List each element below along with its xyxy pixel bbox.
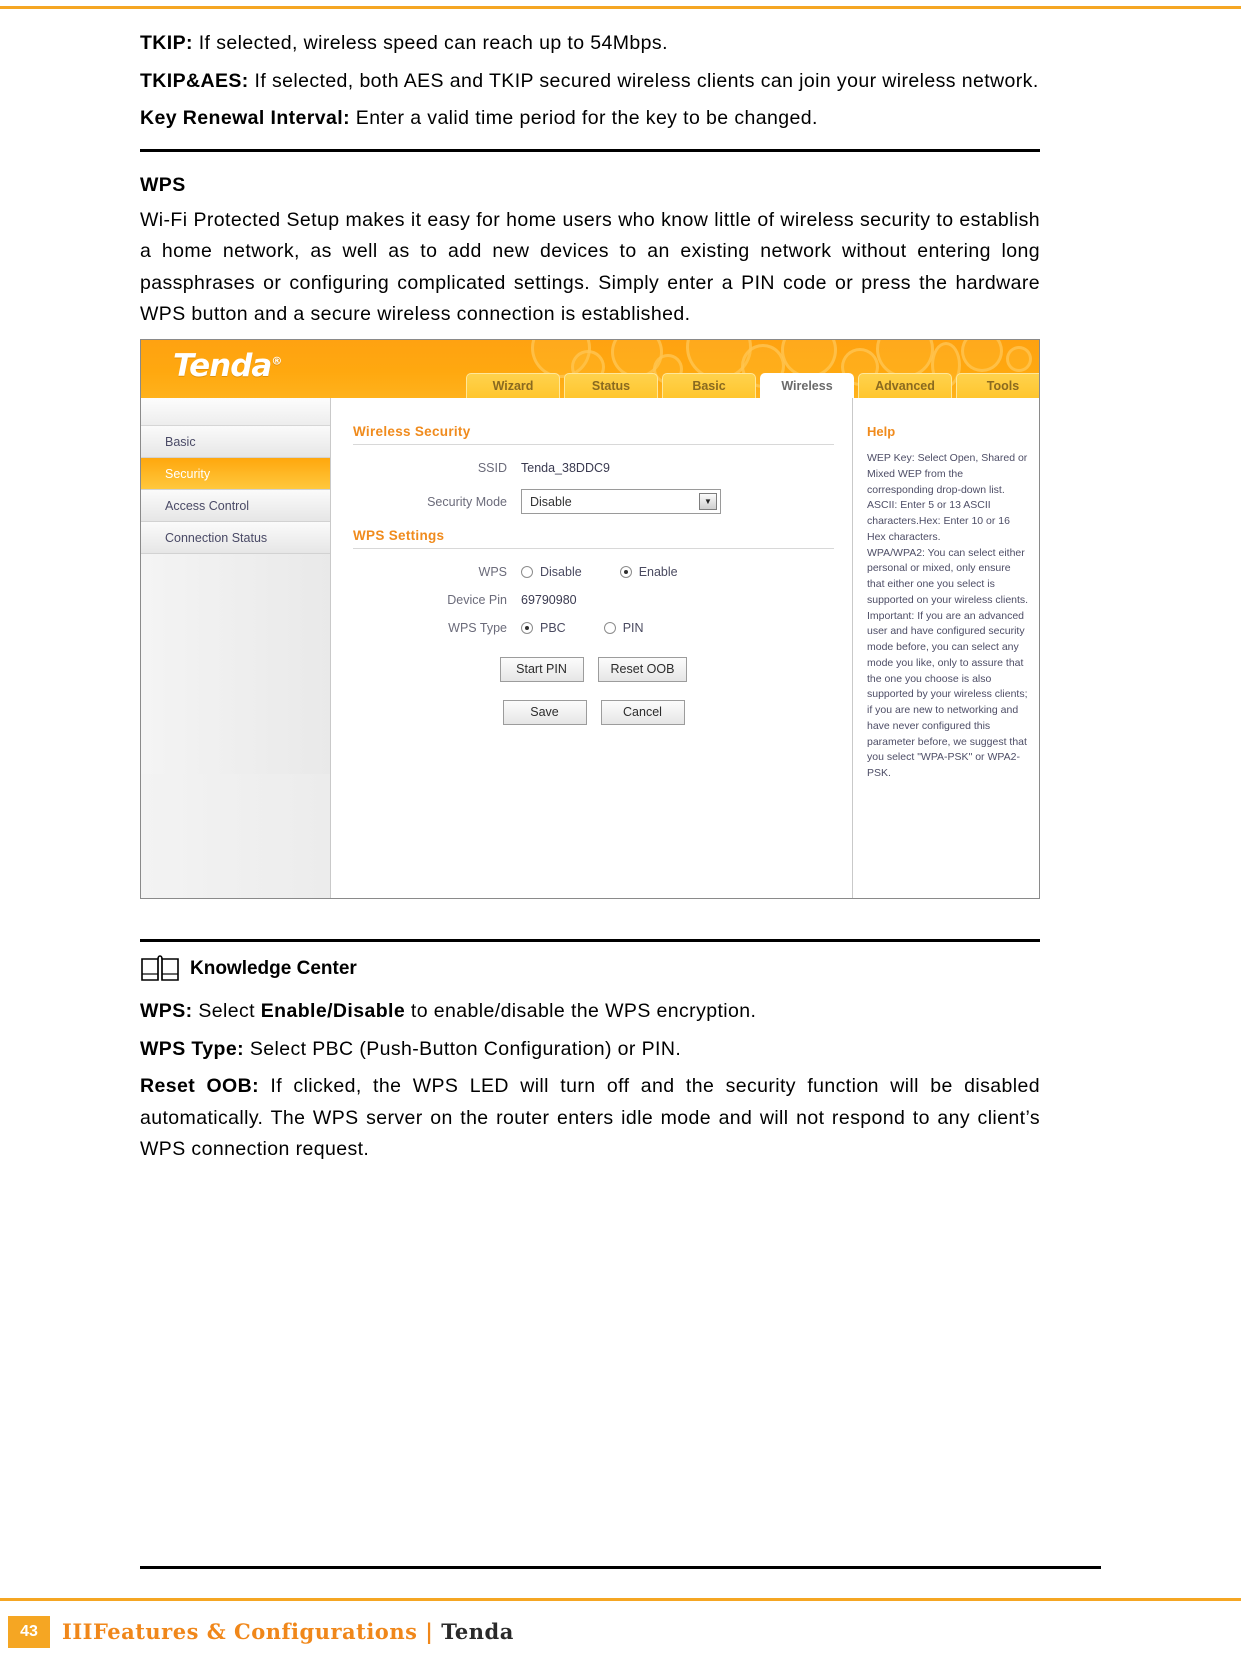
value-device-pin: 69790980 (521, 593, 577, 608)
sidebar-item-basic[interactable]: Basic (141, 426, 330, 459)
radio-wps-type-pbc[interactable]: PBC (521, 621, 566, 635)
sidebar-top-spacer (141, 398, 330, 427)
term-tkip: TKIP: (140, 32, 193, 54)
text-tkip-aes: If selected, both AES and TKIP secured w… (248, 69, 1039, 92)
form-action-buttons: Save Cancel (353, 700, 834, 726)
legend-wireless-security: Wireless Security (353, 424, 834, 446)
term-key-renewal: Key Renewal Interval: (140, 107, 350, 130)
help-title: Help (867, 424, 896, 440)
tab-basic[interactable]: Basic (662, 373, 756, 399)
footer-label: IIIFeatures & Configurations | Tenda (62, 1619, 514, 1644)
chevron-down-icon[interactable]: ▼ (699, 493, 717, 511)
knowledge-center-title: Knowledge Center (190, 958, 357, 980)
cancel-button[interactable]: Cancel (600, 700, 685, 726)
footer-orange-text: Features & Configurations (92, 1619, 418, 1644)
kc-bold-enable: Enable (260, 1000, 328, 1023)
page-top-rule (0, 6, 1241, 9)
security-mode-select[interactable]: Disable ▼ (521, 489, 721, 515)
footer-divider (140, 1566, 1101, 1569)
radio-dot-icon (603, 622, 616, 635)
radio-wps-type-pbc-label: PBC (540, 621, 566, 636)
label-wps-type: WPS Type (448, 621, 507, 636)
kc-item-wps: WPS: Select Enable/Disable to enable/dis… (140, 996, 1040, 1028)
reset-oob-button[interactable]: Reset OOB (597, 657, 688, 683)
kc-text-wps-after: to enable/disable the WPS encryption. (405, 1000, 757, 1023)
row-ssid: SSID Tenda_38DDC9 (353, 461, 834, 475)
kc-bold-disable: Disable (332, 1000, 406, 1023)
row-wps-type: WPS Type PBC PIN (353, 621, 834, 635)
label-security-mode: Security Mode (427, 494, 507, 509)
paragraph-tkip-aes: TKIP&AES: If selected, both AES and TKIP… (140, 66, 1040, 98)
paragraph-key-renewal: Key Renewal Interval: Enter a valid time… (140, 103, 1040, 135)
radio-wps-enable[interactable]: Enable (619, 565, 678, 580)
row-wps: WPS Disable Enable (353, 565, 834, 579)
value-ssid: Tenda_38DDC9 (521, 461, 610, 476)
radio-wps-enable-label: Enable (638, 565, 678, 580)
page-content: TKIP: If selected, wireless speed can re… (140, 28, 1040, 1172)
book-icon (141, 955, 179, 981)
help-text: WEP Key: Select Open, Shared or Mixed WE… (867, 452, 1029, 780)
start-pin-button[interactable]: Start PIN (499, 657, 584, 683)
save-button[interactable]: Save (502, 700, 587, 726)
paragraph-tkip: TKIP: If selected, wireless speed can re… (140, 28, 1040, 60)
router-sidebar: Basic Security Access Control Connection… (141, 398, 331, 899)
footer-orange-rule (0, 1598, 1241, 1601)
tab-status[interactable]: Status (564, 373, 658, 399)
radio-wps-disable[interactable]: Disable (521, 565, 582, 579)
row-device-pin: Device Pin 69790980 (353, 593, 834, 607)
footer-dark-text: Tenda (441, 1619, 514, 1644)
kc-text-wps-before: Select (192, 1000, 261, 1023)
router-web-ui-screenshot: Tenda® Wizard Status Basic Wireless Adva… (140, 339, 1040, 900)
radio-wps-type-pin-label: PIN (622, 621, 644, 636)
knowledge-center-divider (140, 939, 1040, 943)
footer-prefix: III (62, 1619, 93, 1644)
term-tkip-aes: TKIP&AES: (140, 69, 249, 92)
router-nav-tabs: Wizard Status Basic Wireless Advanced To… (466, 373, 1039, 399)
kc-item-wps-type: WPS Type: Select PBC (Push-Button Config… (140, 1034, 1040, 1066)
tab-tools[interactable]: Tools (956, 373, 1039, 399)
radio-dot-icon (521, 622, 533, 635)
kc-term-wps: WPS: (140, 1000, 193, 1023)
router-header: Tenda® Wizard Status Basic Wireless Adva… (141, 340, 1039, 399)
legend-wps-settings: WPS Settings (353, 528, 834, 550)
router-help-panel: Help WEP Key: Select Open, Shared or Mix… (853, 398, 1039, 899)
security-mode-selected-value: Disable (530, 494, 572, 509)
kc-text-reset-oob: If clicked, the WPS LED will turn off an… (140, 1075, 1040, 1161)
sidebar-filler (141, 554, 330, 775)
heading-wps: WPS (140, 173, 186, 196)
section-divider-top (140, 148, 1040, 152)
row-security-mode: Security Mode Disable ▼ (353, 489, 834, 515)
tab-wizard[interactable]: Wizard (466, 373, 560, 399)
tab-wireless[interactable]: Wireless (760, 373, 854, 399)
pin-action-buttons: Start PIN Reset OOB (353, 657, 834, 683)
tab-advanced[interactable]: Advanced (858, 373, 952, 399)
footer-separator: | (425, 1619, 434, 1644)
sidebar-item-access-control[interactable]: Access Control (141, 490, 330, 523)
radio-wps-type-pin[interactable]: PIN (603, 621, 644, 636)
router-body: Basic Security Access Control Connection… (141, 398, 1039, 899)
sidebar-item-connection-status[interactable]: Connection Status (141, 522, 330, 555)
kc-text-wps-type: Select PBC (Push-Button Configuration) o… (244, 1037, 682, 1060)
radio-dot-icon (521, 566, 533, 579)
label-ssid: SSID (477, 461, 507, 476)
kc-term-wps-type: WPS Type: (140, 1037, 244, 1060)
text-tkip: If selected, wireless speed can reach up… (192, 32, 668, 54)
paragraph-wps-description: Wi-Fi Protected Setup makes it easy for … (140, 208, 1040, 326)
sidebar-item-security[interactable]: Security (141, 458, 330, 491)
page-number: 43 (8, 1616, 50, 1648)
text-key-renewal: Enter a valid time period for the key to… (349, 107, 818, 130)
knowledge-center-heading: Knowledge Center (140, 954, 1040, 984)
kc-item-reset-oob: Reset OOB: If clicked, the WPS LED will … (140, 1071, 1040, 1166)
tenda-logo: Tenda® (173, 348, 282, 385)
kc-term-reset-oob: Reset OOB: (140, 1075, 260, 1098)
label-device-pin: Device Pin (447, 593, 507, 608)
router-main-panel: Wireless Security SSID Tenda_38DDC9 Secu… (331, 398, 853, 899)
radio-dot-icon (619, 566, 632, 579)
label-wps: WPS (478, 565, 507, 580)
radio-wps-disable-label: Disable (540, 565, 582, 580)
page-footer: 43 IIIFeatures & Configurations | Tenda (0, 1598, 1241, 1654)
